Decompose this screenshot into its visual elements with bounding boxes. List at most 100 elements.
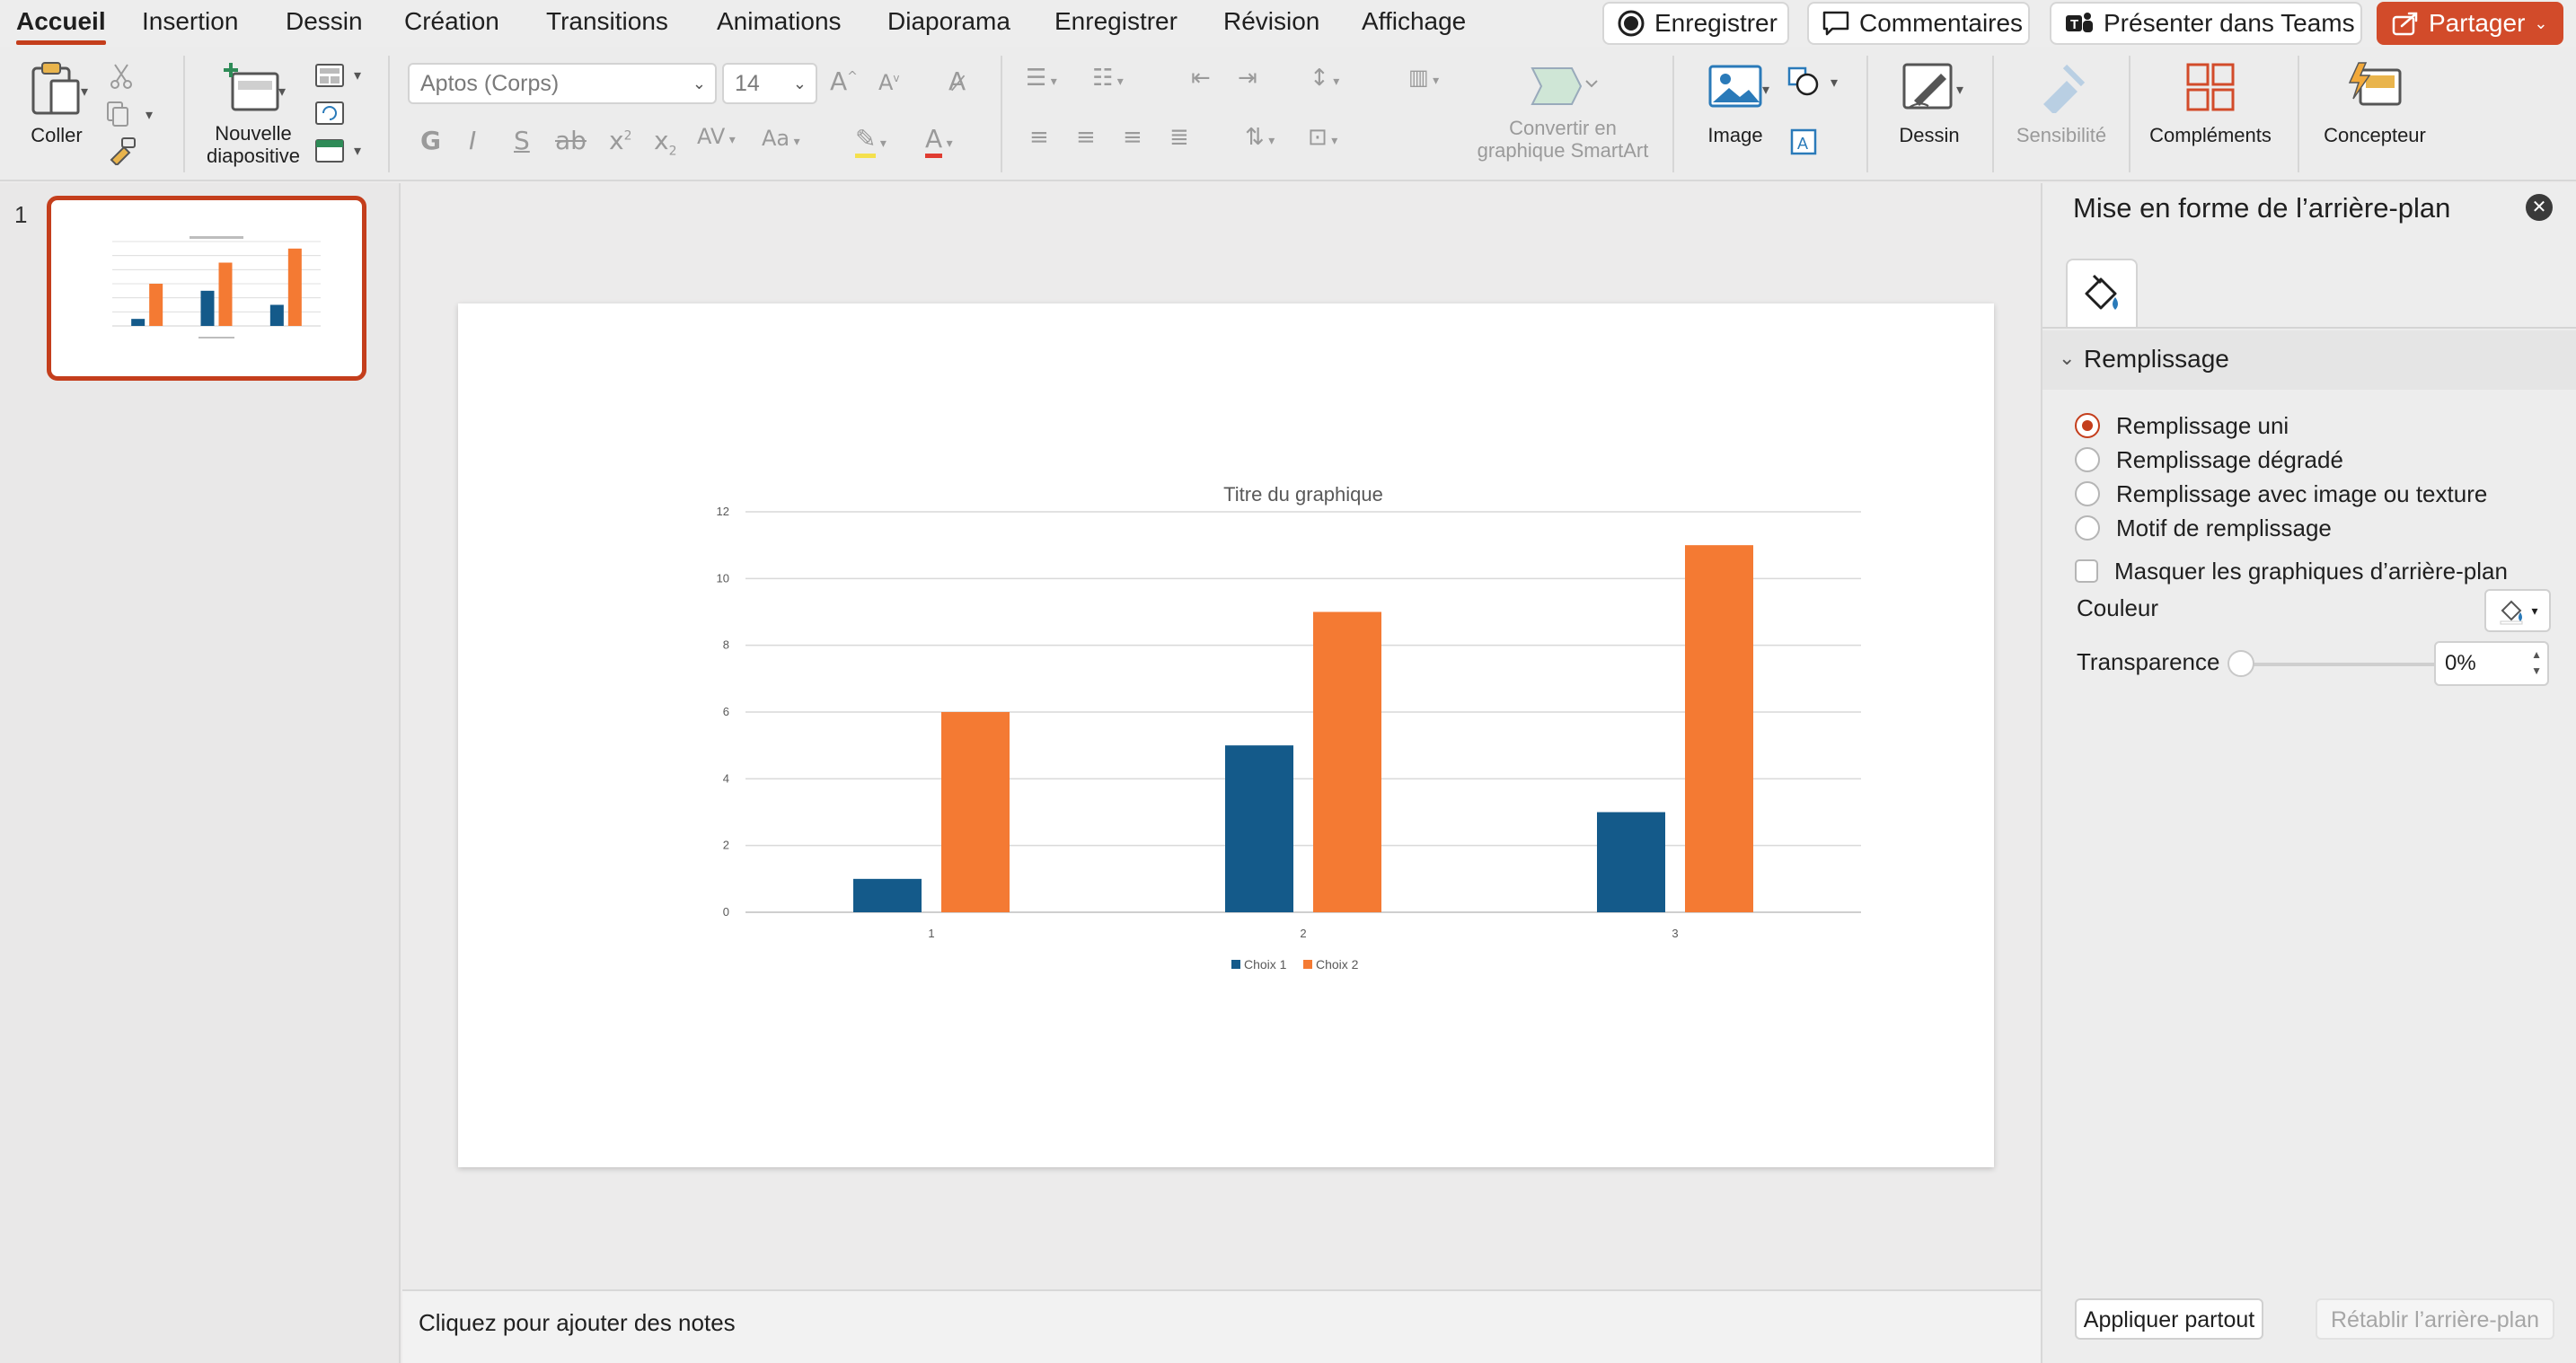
radio-gradient-fill[interactable]: Remplissage dégradé <box>2075 444 2343 476</box>
numbering-icon[interactable]: ☷ ▾ <box>1092 65 1124 92</box>
tab-revision[interactable]: Révision <box>1223 5 1319 38</box>
clear-format-icon[interactable]: A̷ <box>948 66 966 96</box>
bar-choix-2-1 <box>941 712 1010 912</box>
strikethrough-icon[interactable]: ab <box>555 126 587 155</box>
y-tick-label: 10 <box>717 571 729 585</box>
textbox-icon[interactable]: A <box>1789 128 1818 156</box>
color-picker-button[interactable]: ▾ <box>2484 589 2551 632</box>
transparency-input[interactable]: 0% ▲ ▼ <box>2434 641 2549 686</box>
layout-dropdown-icon[interactable]: ▾ <box>354 66 361 84</box>
section-dropdown-icon[interactable]: ▾ <box>354 142 361 160</box>
y-tick-label: 12 <box>717 505 729 518</box>
change-case-icon[interactable]: Aa ▾ <box>762 126 800 151</box>
highlight-icon[interactable]: ✎ ▾ <box>855 124 887 158</box>
format-painter-icon[interactable] <box>108 136 137 165</box>
layout-icon[interactable] <box>314 63 345 88</box>
bold-icon[interactable]: G <box>420 126 441 155</box>
notes-area[interactable]: Cliquez pour ajouter des notes <box>402 1289 2041 1363</box>
addins-button[interactable]: Compléments <box>2143 61 2278 146</box>
bar-choix-2-2 <box>1313 611 1381 912</box>
draw-button[interactable]: Dessin <box>1883 61 1976 146</box>
transparency-slider-handle[interactable] <box>2228 650 2254 677</box>
tab-accueil[interactable]: Accueil <box>16 5 106 45</box>
columns-icon[interactable]: ▥ ▾ <box>1408 65 1439 90</box>
subscript-icon[interactable]: x2 <box>654 126 677 159</box>
superscript-icon[interactable]: x2 <box>609 126 632 155</box>
radio-button[interactable] <box>2075 481 2100 506</box>
line-spacing-icon[interactable]: ↕ ▾ <box>1310 65 1339 92</box>
comments-button[interactable]: Commentaires <box>1807 2 2030 45</box>
tab-enregistrer[interactable]: Enregistrer <box>1054 5 1178 38</box>
radio-button[interactable] <box>2075 413 2100 438</box>
stepper-icon[interactable]: ▲ ▼ <box>2531 646 2542 679</box>
record-button[interactable]: Enregistrer <box>1602 2 1789 45</box>
reset-slide-icon[interactable] <box>314 99 345 126</box>
increase-font-icon[interactable]: A^ <box>830 66 858 96</box>
italic-icon[interactable]: I <box>469 126 476 155</box>
transparency-value: 0% <box>2445 651 2476 675</box>
radio-picture-fill[interactable]: Remplissage avec image ou texture <box>2075 478 2487 510</box>
tab-affichage[interactable]: Affichage <box>1362 5 1466 38</box>
slide-canvas[interactable]: Titre du graphique 0 2 4 6 8 10 12 1 2 3 Choix 1 Cho… <box>458 303 1994 1167</box>
hide-background-checkbox-row[interactable]: Masquer les graphiques d’arrière-plan <box>2075 555 2508 587</box>
tab-dessin[interactable]: Dessin <box>286 5 363 38</box>
section-remplissage[interactable]: ⌄ Remplissage <box>2042 330 2576 390</box>
font-name-select[interactable]: Aptos (Corps) ⌄ <box>408 63 717 104</box>
smartart-button[interactable]: Convertir en graphique SmartArt <box>1464 61 1662 162</box>
tab-animations[interactable]: Animations <box>717 5 842 38</box>
chevron-down-icon: ⌄ <box>2534 14 2548 32</box>
radio-pattern-fill[interactable]: Motif de remplissage <box>2075 512 2332 544</box>
justify-icon[interactable]: ≣ <box>1169 124 1189 151</box>
bar-choix-1-1 <box>131 319 146 326</box>
draw-dropdown-icon[interactable]: ▾ <box>1956 81 1963 99</box>
fill-tab[interactable] <box>2066 259 2138 329</box>
new-slide-button[interactable]: Nouvelle diapositive <box>201 59 305 167</box>
font-size-select[interactable]: 14 ⌄ <box>722 63 817 104</box>
copy-icon[interactable] <box>106 101 137 128</box>
tab-insertion[interactable]: Insertion <box>142 5 238 38</box>
radio-button[interactable] <box>2075 515 2100 541</box>
align-right-icon[interactable]: ≡ <box>1123 124 1142 151</box>
align-text-icon[interactable]: ⊡ ▾ <box>1308 124 1337 151</box>
share-button[interactable]: Partager ⌄ <box>2377 2 2563 45</box>
char-spacing-icon[interactable]: AV ▾ <box>697 124 736 149</box>
cut-icon[interactable] <box>110 63 133 90</box>
shapes-icon[interactable] <box>1787 66 1820 97</box>
apply-all-button[interactable]: Appliquer partout <box>2075 1298 2263 1340</box>
align-left-icon[interactable]: ≡ <box>1029 124 1049 151</box>
font-color-icon[interactable]: A ▾ <box>925 124 953 158</box>
text-direction-icon[interactable]: ⇅ ▾ <box>1245 124 1275 151</box>
copy-dropdown-icon[interactable]: ▾ <box>146 106 153 124</box>
smartart-icon <box>1531 67 1598 105</box>
paste-button[interactable]: Coller <box>16 59 97 146</box>
tab-diaporama[interactable]: Diaporama <box>887 5 1010 38</box>
radio-solid-fill[interactable]: Remplissage uni <box>2075 409 2289 442</box>
image-dropdown-icon[interactable]: ▾ <box>1762 81 1769 99</box>
reset-background-button[interactable]: Rétablir l’arrière-plan <box>2316 1298 2554 1340</box>
section-icon[interactable] <box>314 136 345 163</box>
image-button[interactable]: Image <box>1689 61 1782 146</box>
shapes-dropdown-icon[interactable]: ▾ <box>1831 74 1838 92</box>
hide-background-checkbox[interactable] <box>2075 559 2098 583</box>
legend-label: Choix 2 <box>1316 957 1359 972</box>
tab-creation[interactable]: Création <box>404 5 499 38</box>
radio-button[interactable] <box>2075 447 2100 472</box>
decrease-font-icon[interactable]: Av <box>878 70 900 95</box>
slide-thumbnail-1[interactable] <box>47 196 366 381</box>
bar-choix-1-2 <box>1225 745 1293 912</box>
teams-button[interactable]: T Présenter dans Teams <box>2050 2 2362 45</box>
new-slide-dropdown-icon[interactable]: ▾ <box>278 83 286 101</box>
underline-icon[interactable]: S <box>514 126 530 155</box>
radio-label: Remplissage uni <box>2116 411 2289 439</box>
bullets-icon[interactable]: ☰ ▾ <box>1026 65 1057 92</box>
decrease-indent-icon[interactable]: ⇤ <box>1191 65 1211 92</box>
designer-button[interactable]: Concepteur <box>2314 61 2436 146</box>
align-center-icon[interactable]: ≡ <box>1076 124 1096 151</box>
close-icon[interactable]: ✕ <box>2526 194 2553 221</box>
tab-transitions[interactable]: Transitions <box>546 5 668 38</box>
increase-indent-icon[interactable]: ⇥ <box>1238 65 1257 92</box>
bar-chart[interactable]: Titre du graphique0246810121 2 3Choix 1 Cho… <box>458 303 1994 1167</box>
paste-dropdown-icon[interactable]: ▾ <box>81 83 88 101</box>
chevron-down-icon: ⌄ <box>692 75 706 92</box>
sensitivity-button[interactable]: Sensibilité <box>2005 61 2118 146</box>
